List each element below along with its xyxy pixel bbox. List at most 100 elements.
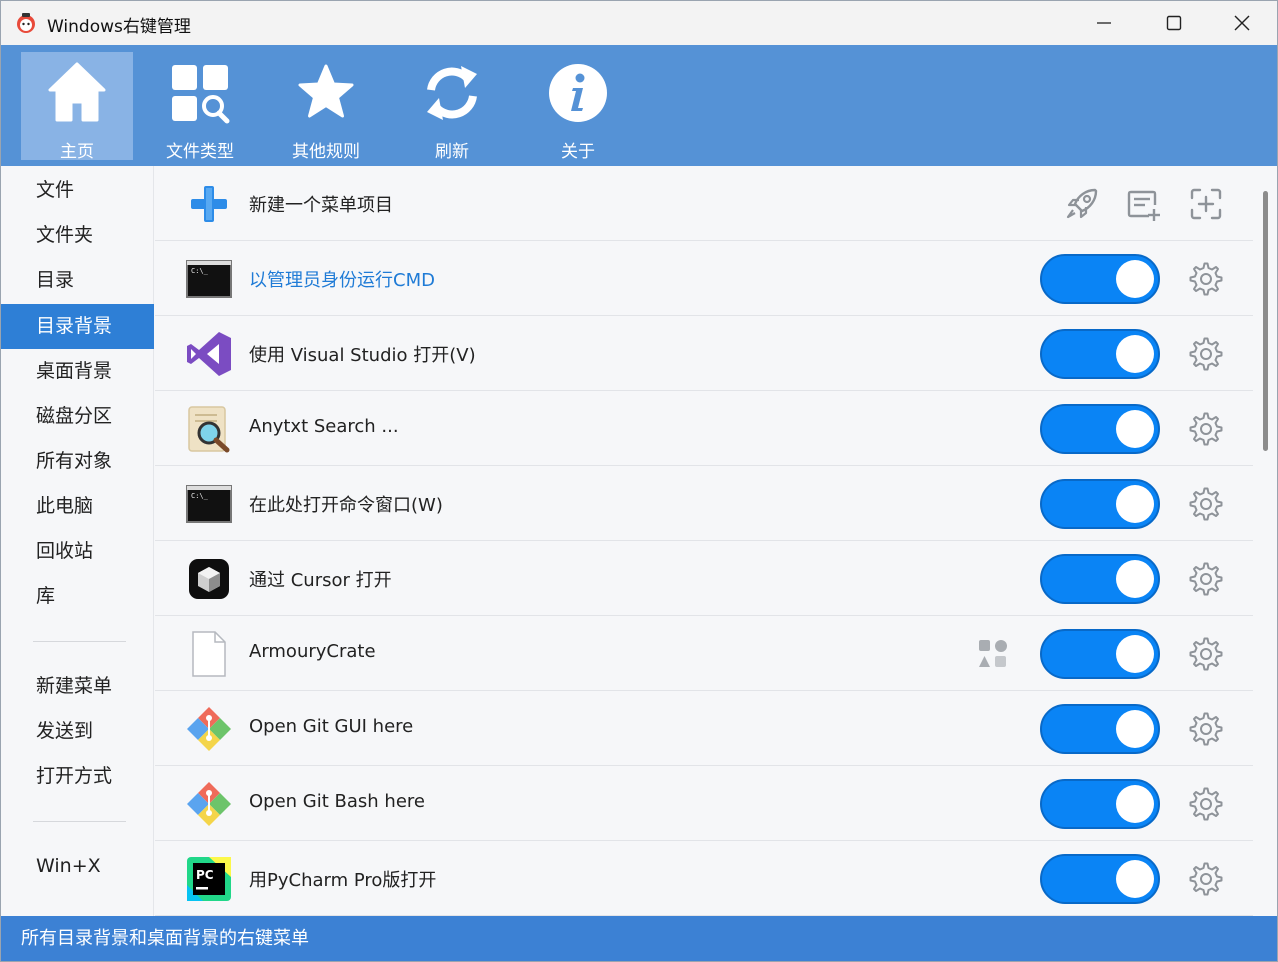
sidebar-item-new-menu[interactable]: 新建菜单 [1, 664, 154, 709]
menu-item-row[interactable]: Open Git Bash here [155, 766, 1253, 841]
menu-item-row[interactable]: PC 用PyCharm Pro版打开 [155, 841, 1253, 916]
toggle-knob [1116, 260, 1154, 298]
menu-item-list: 新建一个菜单项目 C:\_ 以管理员身份运行CMD 使用 Visual Stud… [155, 166, 1253, 916]
toggle-knob [1116, 860, 1154, 898]
star-icon [298, 64, 354, 118]
sidebar: 文件 文件夹 目录 目录背景 桌面背景 磁盘分区 所有对象 此电脑 回收站 库 … [1, 166, 154, 916]
menu-item-row[interactable]: C:\_ 在此处打开命令窗口(W) [155, 466, 1253, 541]
cmd-icon: C:\_ [186, 485, 232, 523]
enable-toggle[interactable] [1040, 704, 1160, 754]
tool-label: 文件类型 [166, 142, 234, 162]
sidebar-item-folder[interactable]: 文件夹 [1, 213, 154, 258]
shapes-icon[interactable] [977, 638, 1009, 670]
toggle-knob [1116, 785, 1154, 823]
git-icon [187, 707, 231, 751]
menu-item-label: 用PyCharm Pro版打开 [249, 870, 437, 891]
enable-toggle[interactable] [1040, 329, 1160, 379]
sidebar-divider [33, 821, 126, 822]
enable-toggle[interactable] [1040, 779, 1160, 829]
enable-toggle[interactable] [1040, 479, 1160, 529]
maximize-icon [1166, 15, 1182, 31]
menu-item-row[interactable]: C:\_ 以管理员身份运行CMD [155, 241, 1253, 316]
menu-item-label: Open Git Bash here [249, 791, 425, 812]
main-toolbar: 主页 文件类型 其他规则 刷新 关于 [1, 45, 1277, 166]
menu-item-label: 以管理员身份运行CMD [249, 270, 435, 291]
menu-item-label: 通过 Cursor 打开 [249, 570, 392, 591]
enable-toggle[interactable] [1040, 629, 1160, 679]
app-window: Windows右键管理 主页 文件类型 其他规则 刷新 关于 文件 文件夹 目录… [0, 0, 1278, 962]
gear-icon[interactable] [1188, 711, 1224, 747]
sidebar-item-recycle-bin[interactable]: 回收站 [1, 529, 154, 574]
sidebar-item-library[interactable]: 库 [1, 574, 154, 619]
close-button[interactable] [1207, 1, 1277, 45]
svg-text:PC: PC [196, 868, 214, 882]
new-menu-item-row[interactable]: 新建一个菜单项目 [155, 166, 1253, 241]
title-bar: Windows右键管理 [1, 1, 1277, 45]
enable-toggle[interactable] [1040, 404, 1160, 454]
toggle-knob [1116, 410, 1154, 448]
menu-item-label: 使用 Visual Studio 打开(V) [249, 345, 476, 366]
sidebar-item-disk-partition[interactable]: 磁盘分区 [1, 394, 154, 439]
app-icon [17, 13, 35, 33]
gear-icon[interactable] [1188, 561, 1224, 597]
svg-text:C:\_: C:\_ [191, 492, 209, 500]
scrollbar-thumb[interactable] [1263, 191, 1268, 451]
tool-label: 主页 [60, 142, 94, 162]
tool-refresh[interactable]: 刷新 [396, 52, 508, 162]
menu-item-row[interactable]: Anytxt Search ... [155, 391, 1253, 466]
toggle-knob [1116, 710, 1154, 748]
maximize-button[interactable] [1139, 1, 1209, 45]
gear-icon[interactable] [1188, 411, 1224, 447]
gear-icon[interactable] [1188, 786, 1224, 822]
enable-toggle[interactable] [1040, 854, 1160, 904]
gear-icon[interactable] [1188, 861, 1224, 897]
minimize-icon [1097, 22, 1111, 24]
info-icon [549, 64, 607, 122]
toggle-knob [1116, 560, 1154, 598]
new-menu-item-label: 新建一个菜单项目 [249, 195, 393, 216]
tool-file-types[interactable]: 文件类型 [144, 52, 256, 162]
menu-item-row[interactable]: 使用 Visual Studio 打开(V) [155, 316, 1253, 391]
add-note-icon[interactable] [1123, 184, 1163, 224]
tool-home[interactable]: 主页 [21, 52, 133, 162]
enable-toggle[interactable] [1040, 554, 1160, 604]
sidebar-item-all-objects[interactable]: 所有对象 [1, 439, 154, 484]
sidebar-item-directory-background[interactable]: 目录背景 [1, 304, 154, 349]
rocket-icon[interactable] [1062, 184, 1102, 224]
minimize-button[interactable] [1069, 1, 1139, 45]
tool-label: 其他规则 [292, 142, 360, 162]
sidebar-item-win-x[interactable]: Win+X [1, 844, 154, 889]
cursor-app-icon [189, 559, 229, 599]
gear-icon[interactable] [1188, 636, 1224, 672]
sidebar-item-this-pc[interactable]: 此电脑 [1, 484, 154, 529]
sidebar-item-open-with[interactable]: 打开方式 [1, 754, 154, 799]
enable-toggle[interactable] [1040, 254, 1160, 304]
status-bar: 所有目录背景和桌面背景的右键菜单 [1, 916, 1277, 961]
sidebar-item-file[interactable]: 文件 [1, 168, 154, 213]
gear-icon[interactable] [1188, 261, 1224, 297]
menu-item-label: 在此处打开命令窗口(W) [249, 495, 443, 516]
add-frame-icon[interactable] [1186, 184, 1226, 224]
gear-icon[interactable] [1188, 336, 1224, 372]
svg-text:C:\_: C:\_ [191, 267, 209, 275]
grid-search-icon [172, 65, 230, 124]
blank-file-icon [192, 631, 226, 677]
menu-item-row[interactable]: 通过 Cursor 打开 [155, 541, 1253, 616]
gear-icon[interactable] [1188, 486, 1224, 522]
visual-studio-icon [187, 332, 231, 376]
sidebar-item-directory[interactable]: 目录 [1, 258, 154, 303]
menu-item-row[interactable]: ArmouryCrate [155, 616, 1253, 691]
tool-about[interactable]: 关于 [522, 52, 634, 162]
home-icon [48, 62, 106, 122]
close-icon [1234, 15, 1250, 31]
menu-item-row[interactable]: Open Git GUI here [155, 691, 1253, 766]
cmd-icon: C:\_ [186, 260, 232, 298]
sidebar-item-desktop-background[interactable]: 桌面背景 [1, 349, 154, 394]
sidebar-item-send-to[interactable]: 发送到 [1, 709, 154, 754]
toggle-knob [1116, 485, 1154, 523]
vertical-scrollbar[interactable] [1254, 166, 1277, 916]
tool-label: 关于 [561, 142, 595, 162]
git-icon [187, 782, 231, 826]
toggle-knob [1116, 635, 1154, 673]
tool-other-rules[interactable]: 其他规则 [270, 52, 382, 162]
